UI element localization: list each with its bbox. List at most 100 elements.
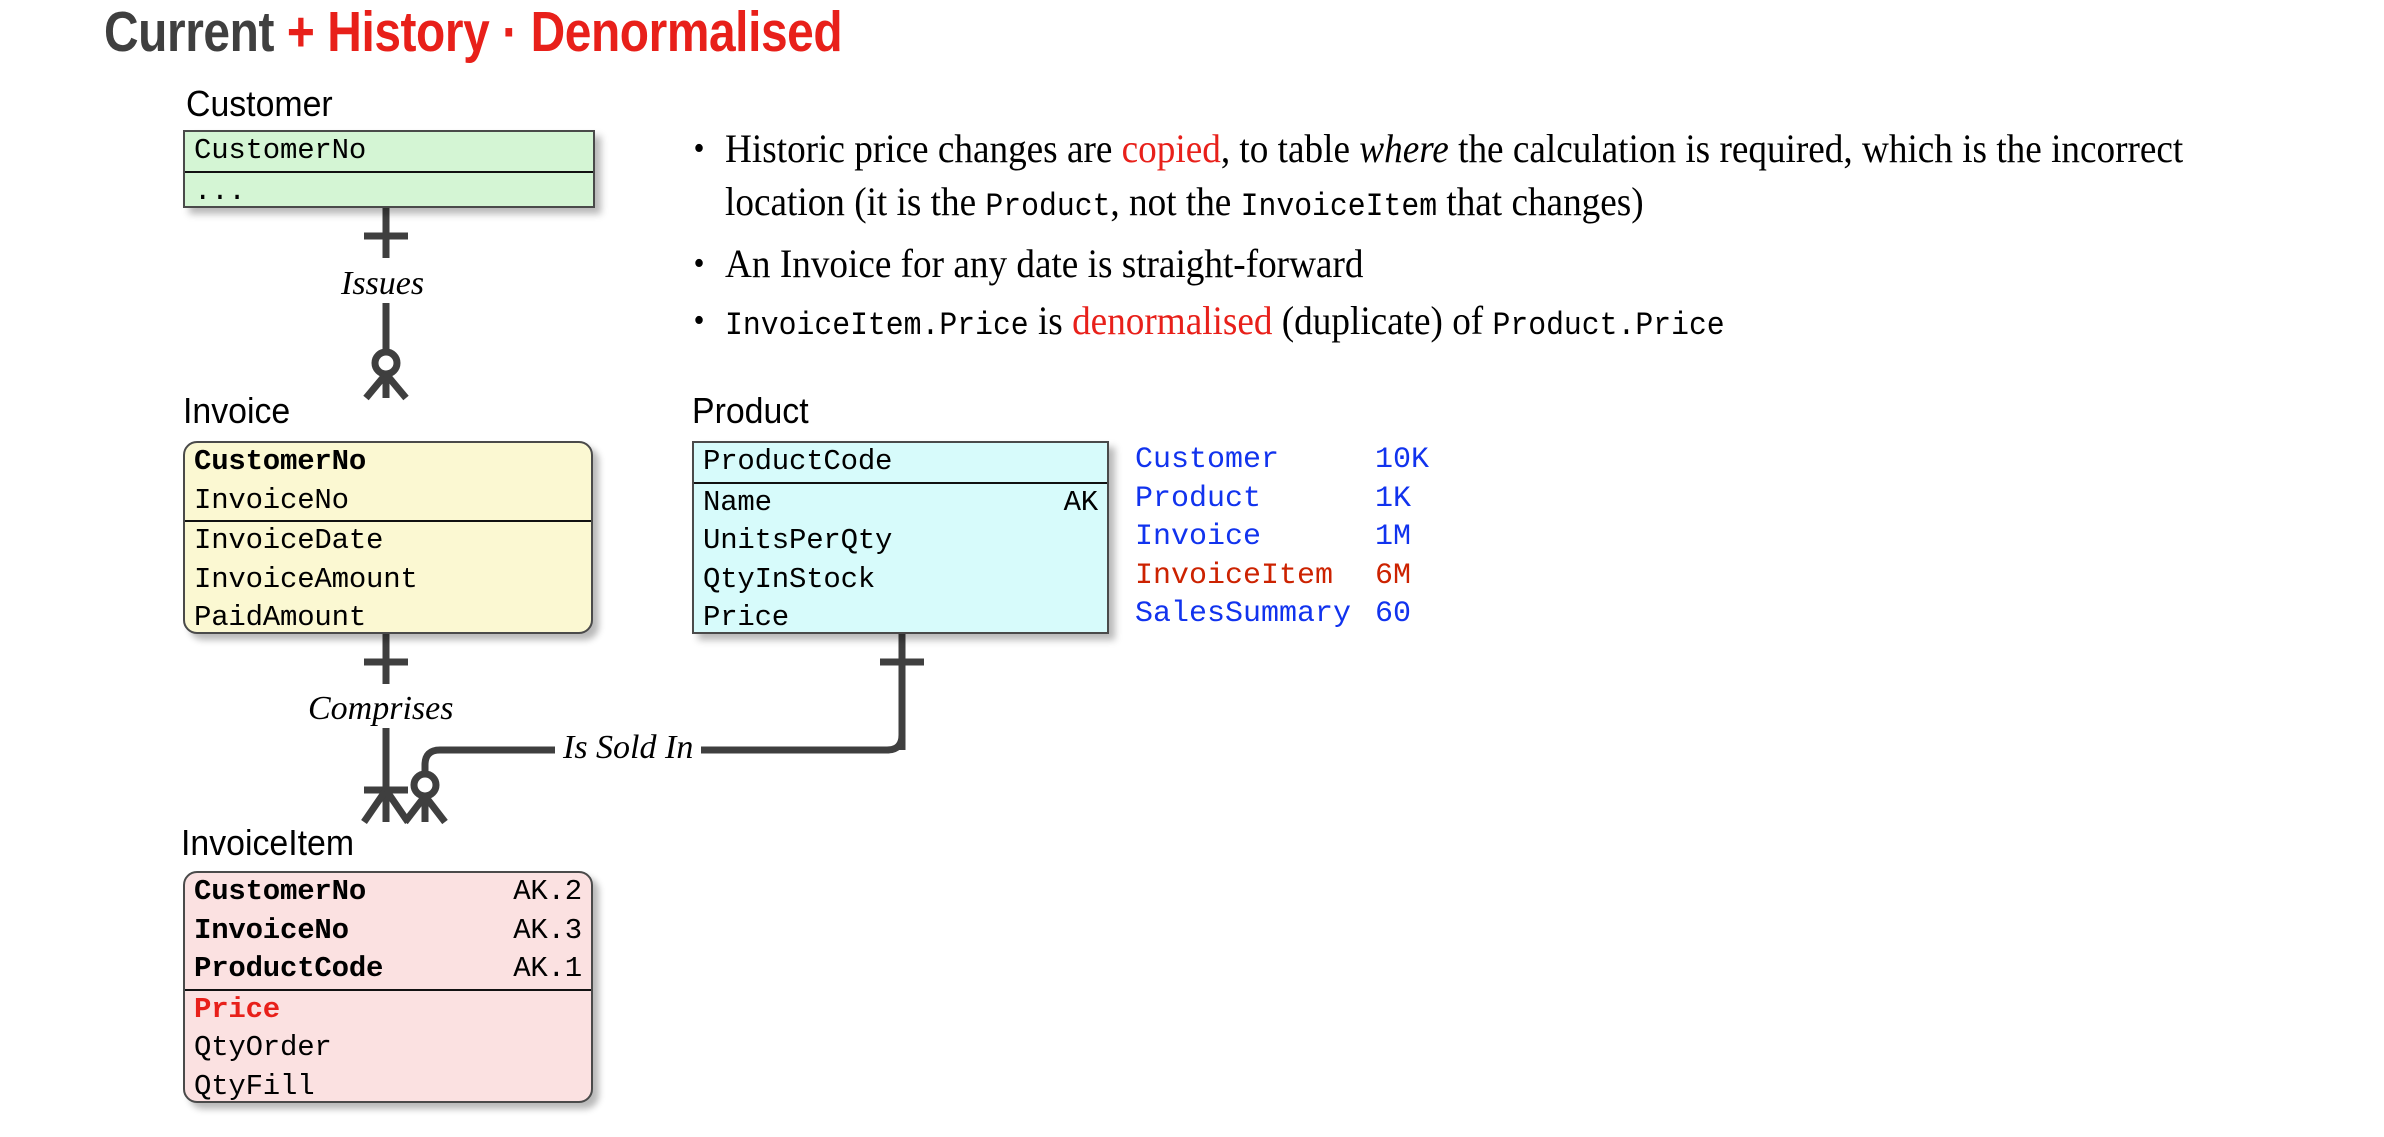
attribute-name: QtyInStock [703, 562, 876, 596]
attribute-row: ProductCode [694, 443, 1107, 482]
text-run-code: Product [985, 188, 1111, 225]
text-run: , to table [1220, 126, 1360, 171]
wire-issoldin-optional-circle [410, 770, 440, 800]
list-item: • InvoiceItem.Price is denormalised (dup… [686, 294, 2248, 352]
entity-invoiceitem-attr-section: Price QtyOrder QtyFill [185, 988, 591, 1103]
table-row-count: 60 [1375, 597, 1412, 631]
table-row-count: 10K [1375, 443, 1430, 477]
list-item-text: InvoiceItem.Price is denormalised (dupli… [725, 298, 1725, 344]
attribute-key-tag: AK.1 [513, 952, 582, 985]
attribute-name: ProductCode [194, 952, 384, 985]
attribute-row: QtyInStock [694, 561, 1107, 600]
text-run: (duplicate) of [1272, 298, 1493, 343]
notes-bullet-list: • Historic price changes are copied, to … [686, 122, 2366, 356]
entity-box-product[interactable]: ProductCode Name AK UnitsPerQty QtyInSto… [692, 441, 1109, 634]
list-item-text: An Invoice for any date is straight-forw… [725, 241, 1363, 286]
table-row-count: 1M [1375, 520, 1412, 554]
relationship-label-issues: Issues [333, 265, 433, 303]
text-run-code: Product.Price [1492, 307, 1725, 344]
entity-invoiceitem-key-section: CustomerNo AK.2 InvoiceNo AK.3 ProductCo… [185, 873, 591, 989]
attribute-name: CustomerNo [194, 445, 367, 478]
attribute-row: CustomerNo AK.2 [185, 873, 591, 912]
attribute-key-tag: AK.2 [513, 875, 582, 908]
entity-label-customer: Customer [186, 83, 333, 124]
slide-canvas: Current + History · Denormalised Issues … [0, 0, 2384, 1137]
entity-product-attr-section: Name AK UnitsPerQty QtyInStock Price [694, 481, 1107, 634]
entity-label-invoiceitem: InvoiceItem [181, 822, 355, 863]
attribute-row: Price [185, 991, 591, 1030]
attribute-row: UnitsPerQty [694, 522, 1107, 561]
text-run: Historic price changes are [725, 126, 1122, 171]
attribute-name: InvoiceDate [194, 524, 384, 557]
bullet-marker: • [693, 245, 705, 282]
entity-product-key-section: ProductCode [694, 443, 1107, 482]
entity-box-customer[interactable]: CustomerNo ... [183, 130, 595, 208]
wire-issues-foot-right [383, 371, 409, 401]
attribute-row: Price [694, 599, 1107, 634]
entity-label-product: Product [692, 390, 809, 431]
attribute-row: QtyFill [185, 1068, 591, 1103]
attribute-row: ... [185, 173, 593, 207]
text-run: is [1028, 298, 1073, 343]
attribute-name: InvoiceNo [194, 483, 349, 517]
table-row: SalesSummary 60 [1135, 595, 1429, 634]
text-run-code: InvoiceItem.Price [725, 307, 1029, 344]
attribute-name: InvoiceAmount [194, 562, 418, 596]
table-name: Customer [1135, 443, 1280, 477]
entity-box-invoice[interactable]: CustomerNo InvoiceNo InvoiceDate Invoice… [183, 441, 593, 634]
list-item: • Historic price changes are copied, to … [686, 122, 2248, 233]
wire-comprises-foot-right [383, 788, 411, 824]
wire-issoldin-foot-left [402, 793, 428, 825]
attribute-name: QtyFill [194, 1069, 315, 1103]
attribute-row: CustomerNo [185, 443, 591, 482]
entity-invoice-key-section: CustomerNo InvoiceNo [185, 443, 591, 520]
table-name: SalesSummary [1135, 597, 1352, 631]
attribute-row: PaidAmount [185, 599, 591, 634]
attribute-row: Name AK [694, 484, 1107, 523]
attribute-name: QtyOrder [194, 1031, 332, 1064]
text-run-italic: where [1359, 126, 1449, 171]
wire-issoldin-foot-right [422, 793, 448, 825]
page-title-part-current: Current [104, 0, 287, 64]
attribute-name: Price [194, 992, 281, 1026]
wire-comprises-foot-left [361, 788, 389, 824]
text-run-emphasis: denormalised [1072, 298, 1273, 343]
wire-issues-foot-left [363, 371, 389, 401]
table-name: InvoiceItem [1135, 558, 1334, 593]
attribute-key-tag: AK [1063, 485, 1099, 519]
attribute-name: Price [703, 601, 790, 634]
attribute-name: PaidAmount [194, 601, 367, 634]
list-item: • An Invoice for any date is straight-fo… [686, 237, 2248, 290]
wire-issues-optional-circle [371, 348, 401, 378]
bullet-marker: • [693, 302, 705, 339]
bullet-marker: • [693, 130, 705, 167]
attribute-key-tag: AK.3 [513, 913, 582, 947]
attribute-row: CustomerNo [185, 132, 593, 171]
attribute-name: ProductCode [703, 445, 893, 478]
table-name: Product [1135, 481, 1262, 516]
table-row: Customer 10K [1135, 441, 1429, 480]
table-name: Invoice [1135, 520, 1262, 554]
attribute-name: InvoiceNo [194, 913, 349, 947]
page-title: Current + History · Denormalised [104, 0, 843, 64]
table-row-count: 6M [1375, 558, 1412, 593]
table-row-count-list: Customer 10K Product 1K Invoice 1M InvoiceI… [1135, 441, 1429, 634]
entity-customer-attr-section: ... [185, 170, 593, 207]
attribute-name: UnitsPerQty [703, 524, 893, 557]
attribute-row: ProductCode AK.1 [185, 950, 591, 989]
attribute-name: CustomerNo [194, 875, 367, 908]
table-row: InvoiceItem 6M [1135, 557, 1429, 596]
text-run-emphasis: copied [1121, 126, 1221, 171]
text-run: that changes) [1437, 179, 1644, 224]
attribute-row: InvoiceDate [185, 522, 591, 561]
entity-box-invoiceitem[interactable]: CustomerNo AK.2 InvoiceNo AK.3 ProductCo… [183, 871, 593, 1103]
attribute-name: CustomerNo [194, 134, 367, 167]
table-row: Product 1K [1135, 480, 1429, 519]
attribute-row: QtyOrder [185, 1029, 591, 1068]
attribute-row: InvoiceAmount [185, 561, 591, 600]
text-run: , not the [1110, 179, 1241, 224]
text-run-code: InvoiceItem [1240, 188, 1438, 225]
attribute-row: InvoiceNo [185, 482, 591, 521]
attribute-row: InvoiceNo AK.3 [185, 912, 591, 951]
list-item-text: Historic price changes are copied, to ta… [725, 126, 2183, 225]
